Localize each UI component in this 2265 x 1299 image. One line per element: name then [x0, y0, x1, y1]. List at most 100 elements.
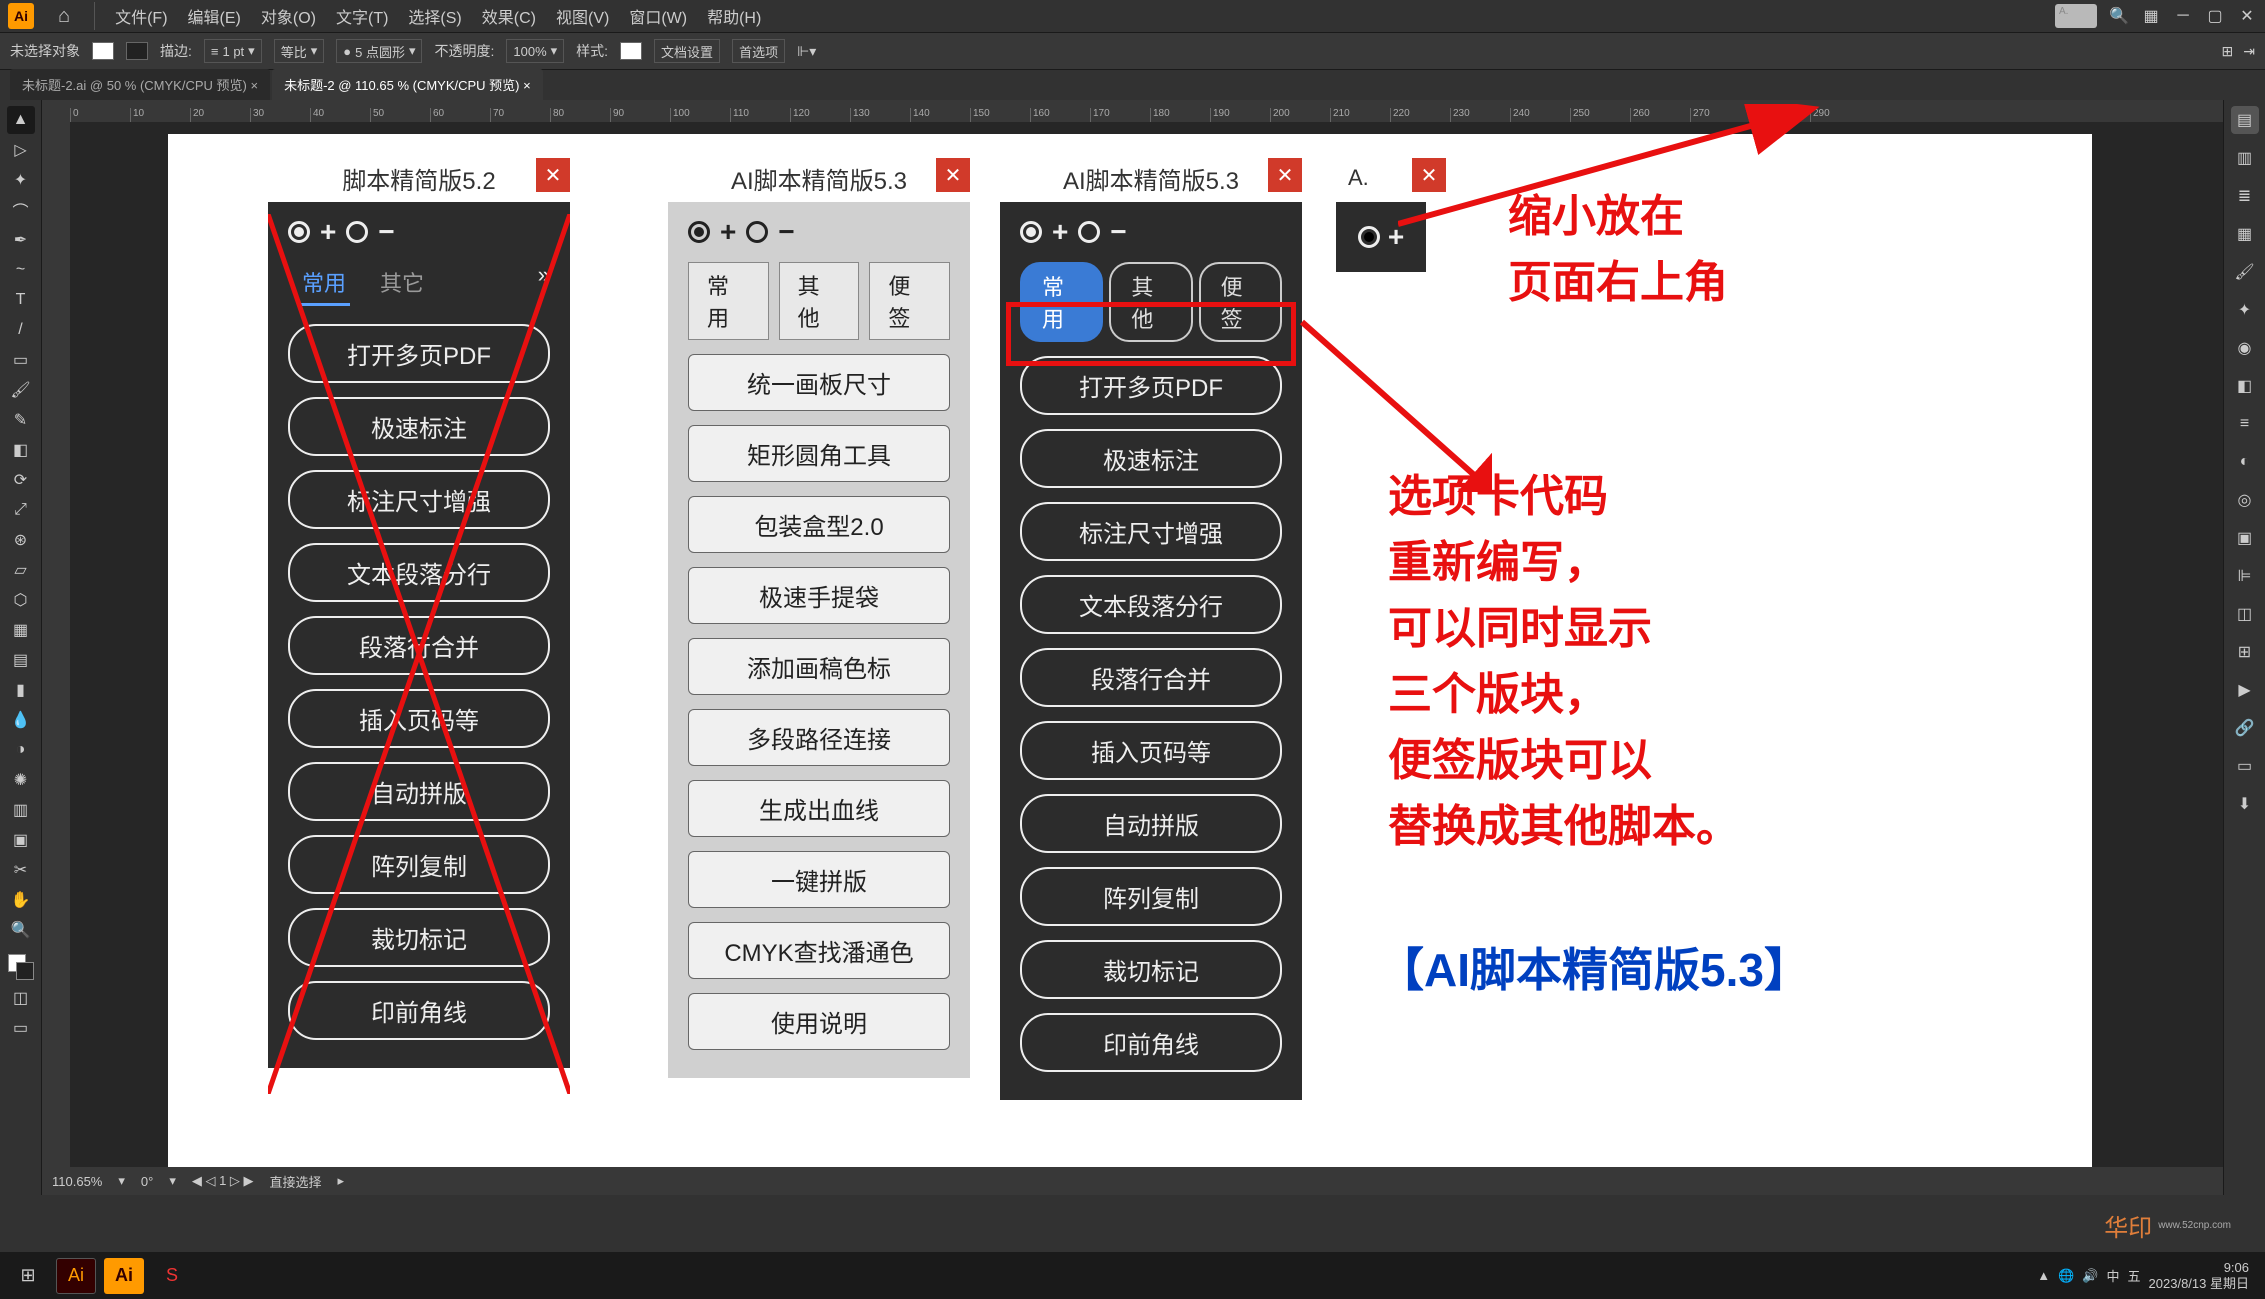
script-button[interactable]: 打开多页PDF [288, 324, 550, 383]
tray-icon[interactable]: 五 [2128, 1266, 2141, 1285]
rectangle-tool[interactable]: ▭ [7, 346, 35, 374]
paintbrush-tool[interactable]: 🖌 [7, 376, 35, 404]
tray-icon[interactable]: 🌐 [2058, 1268, 2074, 1284]
taskbar-clock[interactable]: 9:062023/8/13 星期日 [2149, 1260, 2257, 1291]
asset-export-icon[interactable]: ⬇ [2231, 790, 2259, 818]
script-button[interactable]: 标注尺寸增强 [288, 470, 550, 529]
search-icon[interactable]: 🔍 [2109, 6, 2129, 26]
appearance-icon[interactable]: ◎ [2231, 486, 2259, 514]
tab-common[interactable]: 常用 [688, 262, 769, 340]
align-icon[interactable]: ⊫ [2231, 562, 2259, 590]
libraries-icon[interactable]: ▥ [2231, 144, 2259, 172]
transparency-icon[interactable]: ◐ [2231, 448, 2259, 476]
radio-icon[interactable] [688, 221, 710, 243]
lasso-tool[interactable]: ⌒ [7, 196, 35, 224]
radio-icon[interactable] [1358, 226, 1380, 248]
fill-stroke-swatches[interactable] [6, 952, 36, 982]
minimize-icon[interactable]: ─ [2173, 6, 2193, 26]
start-button[interactable]: ⊞ [8, 1258, 48, 1294]
line-tool[interactable]: / [7, 316, 35, 344]
script-button[interactable]: 阵列复制 [288, 835, 550, 894]
brush-dropdown[interactable]: ●5 点圆形▾ [336, 39, 422, 63]
tab-notes[interactable]: 便签 [869, 262, 950, 340]
scale-tool[interactable]: ⤢ [7, 496, 35, 524]
script-button[interactable]: 插入页码等 [288, 689, 550, 748]
hand-tool[interactable]: ✋ [7, 886, 35, 914]
blend-tool[interactable]: ◑ [7, 736, 35, 764]
maximize-icon[interactable]: ▢ [2205, 6, 2225, 26]
script-button[interactable]: 阵列复制 [1020, 867, 1282, 926]
script-button[interactable]: 文本段落分行 [288, 543, 550, 602]
radio-icon[interactable] [746, 221, 768, 243]
stroke-swatch[interactable] [126, 42, 148, 60]
symbol-sprayer-tool[interactable]: ✺ [7, 766, 35, 794]
panel-expand-icon[interactable]: ⇥ [2243, 43, 2255, 60]
script-button[interactable]: 标注尺寸增强 [1020, 502, 1282, 561]
script-button[interactable]: 自动拼版 [1020, 794, 1282, 853]
fill-swatch[interactable] [92, 42, 114, 60]
tray-icon[interactable]: 🔊 [2082, 1268, 2098, 1284]
script-button[interactable]: 矩形圆角工具 [688, 425, 950, 482]
artboard-tool[interactable]: ▣ [7, 826, 35, 854]
chevron-right-icon[interactable]: » [538, 262, 550, 302]
canvas-area[interactable]: 0102030405060708090100110120130140150160… [42, 100, 2223, 1195]
artboards-icon[interactable]: ▭ [2231, 752, 2259, 780]
align-icon[interactable]: ⊩▾ [797, 43, 816, 60]
taskbar-app[interactable]: S [152, 1258, 192, 1294]
width-tool[interactable]: ⊛ [7, 526, 35, 554]
script-button[interactable]: 段落行合并 [1020, 648, 1282, 707]
shaper-tool[interactable]: ✎ [7, 406, 35, 434]
close-icon[interactable]: ✕ [2237, 6, 2257, 26]
script-button[interactable]: 裁切标记 [1020, 940, 1282, 999]
script-button[interactable]: 包装盒型2.0 [688, 496, 950, 553]
eraser-tool[interactable]: ◧ [7, 436, 35, 464]
properties-panel-icon[interactable]: ▤ [2231, 106, 2259, 134]
brushes-icon[interactable]: 🖌 [2231, 258, 2259, 286]
draw-mode-icon[interactable]: ◫ [7, 984, 35, 1012]
menu-window[interactable]: 窗口(W) [629, 4, 687, 28]
script-button[interactable]: 使用说明 [688, 993, 950, 1050]
script-button[interactable]: 极速手提袋 [688, 567, 950, 624]
color-icon[interactable]: ◉ [2231, 334, 2259, 362]
close-icon[interactable]: ✕ [1268, 158, 1302, 192]
stroke-weight-dropdown[interactable]: ≡1 pt▾ [204, 39, 262, 63]
actions-icon[interactable]: ▶ [2231, 676, 2259, 704]
graphic-styles-icon[interactable]: ▣ [2231, 524, 2259, 552]
menu-help[interactable]: 帮助(H) [707, 4, 761, 28]
script-button[interactable]: 自动拼版 [288, 762, 550, 821]
pen-tool[interactable]: ✒ [7, 226, 35, 254]
arrange-icon[interactable]: ▦ [2141, 6, 2161, 26]
radio-icon[interactable] [288, 221, 310, 243]
swatches-icon[interactable]: ▦ [2231, 220, 2259, 248]
stroke-icon[interactable]: ≡ [2231, 410, 2259, 438]
layers-icon[interactable]: ≣ [2231, 182, 2259, 210]
menu-select[interactable]: 选择(S) [408, 4, 461, 28]
perspective-tool[interactable]: ▦ [7, 616, 35, 644]
zoom-tool[interactable]: 🔍 [7, 916, 35, 944]
script-button[interactable]: 印前角线 [288, 981, 550, 1040]
opacity-dropdown[interactable]: 100%▾ [506, 39, 564, 63]
script-button[interactable]: 裁切标记 [288, 908, 550, 967]
script-button[interactable]: 极速标注 [288, 397, 550, 456]
close-icon[interactable]: ✕ [936, 158, 970, 192]
tab-other[interactable]: 其它 [366, 262, 438, 302]
zoom-level[interactable]: 110.65% [52, 1174, 102, 1189]
free-transform-tool[interactable]: ▱ [7, 556, 35, 584]
symbols-icon[interactable]: ✦ [2231, 296, 2259, 324]
panel-toggle-icon[interactable]: ⊞ [2222, 43, 2234, 60]
tray-ime-icon[interactable]: 中 [2107, 1266, 2120, 1285]
menu-view[interactable]: 视图(V) [556, 4, 609, 28]
eyedropper-tool[interactable]: 💧 [7, 706, 35, 734]
screen-mode-icon[interactable]: ▭ [7, 1014, 35, 1042]
magic-wand-tool[interactable]: ✦ [7, 166, 35, 194]
pathfinder-icon[interactable]: ◫ [2231, 600, 2259, 628]
radio-icon[interactable] [346, 221, 368, 243]
artboard-nav[interactable]: ◀ ◁ 1 ▷ ▶ [192, 1173, 254, 1189]
type-tool[interactable]: T [7, 286, 35, 314]
menu-type[interactable]: 文字(T) [336, 4, 388, 28]
menu-effect[interactable]: 效果(C) [482, 4, 536, 28]
prefs-button[interactable]: 首选项 [732, 39, 785, 63]
menu-file[interactable]: 文件(F) [115, 4, 167, 28]
curvature-tool[interactable]: ~ [7, 256, 35, 284]
script-button[interactable]: 添加画稿色标 [688, 638, 950, 695]
